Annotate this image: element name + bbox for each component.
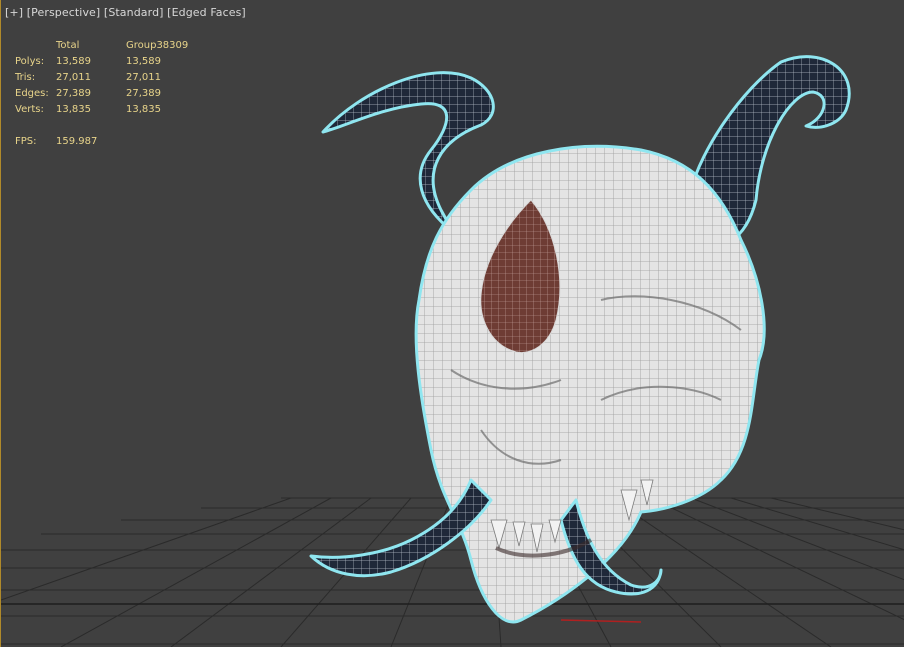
- viewport-plus-menu[interactable]: [+]: [5, 6, 23, 19]
- viewport-statistics: Total Group38309 Polys: 13,589 13,589 Tr…: [15, 38, 206, 150]
- stat-label: Verts:: [15, 104, 44, 115]
- fps-value: 159.987: [56, 136, 98, 147]
- stat-row-verts: Verts: 13,835 13,835: [15, 102, 206, 118]
- stat-total: 27,389: [56, 88, 91, 99]
- stat-label: Polys:: [15, 56, 45, 67]
- stat-row-edges: Edges: 27,389 27,389: [15, 86, 206, 102]
- stat-total: 27,011: [56, 72, 91, 83]
- stat-group: 13,835: [126, 104, 161, 115]
- statistics-header: Total Group38309: [15, 38, 206, 54]
- perspective-viewport[interactable]: [+] [Perspective] [Standard] [Edged Face…: [0, 0, 904, 647]
- fps-label: FPS:: [15, 136, 37, 147]
- viewport-label-menu: [+] [Perspective] [Standard] [Edged Face…: [5, 6, 246, 19]
- tusk-lower-left: [309, 478, 493, 578]
- fps-readout: FPS: 159.987: [15, 134, 126, 150]
- header-group: Group38309: [126, 40, 189, 51]
- stat-label: Edges:: [15, 88, 49, 99]
- viewport-perspective-menu[interactable]: [Perspective]: [27, 6, 101, 19]
- stat-group: 27,389: [126, 88, 161, 99]
- viewport-shading-menu[interactable]: [Standard]: [104, 6, 164, 19]
- stat-total: 13,835: [56, 104, 91, 115]
- viewport-edged-faces-menu[interactable]: [Edged Faces]: [167, 6, 246, 19]
- stat-total: 13,589: [56, 56, 91, 67]
- statistics-table: Total Group38309 Polys: 13,589 13,589 Tr…: [15, 38, 206, 118]
- stat-row-tris: Tris: 27,011 27,011: [15, 70, 206, 86]
- stat-label: Tris:: [15, 72, 36, 83]
- header-total: Total: [56, 40, 80, 51]
- stat-group: 13,589: [126, 56, 161, 67]
- stat-group: 27,011: [126, 72, 161, 83]
- stat-row-polys: Polys: 13,589 13,589: [15, 54, 206, 70]
